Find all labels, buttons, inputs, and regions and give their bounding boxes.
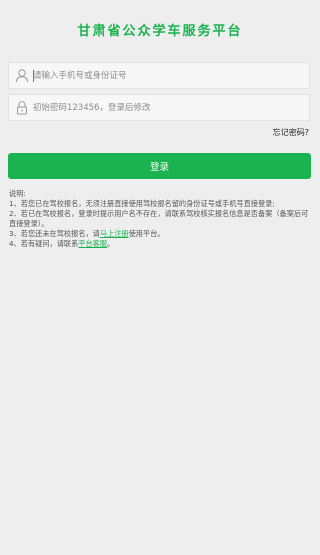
password-input[interactable] — [33, 97, 303, 118]
register-link[interactable]: 马上注册 — [100, 229, 129, 238]
instructions-heading: 说明: — [9, 189, 26, 198]
instruction-item-3-tail: 使用平台。 — [128, 229, 165, 238]
instruction-item-4: 4、若有疑问，请联系平台客服。 — [9, 239, 311, 249]
username-input[interactable] — [33, 65, 303, 86]
forgot-password-link[interactable]: 忘记密码? — [273, 127, 309, 138]
instruction-item-1: 1、若您已在驾校报名，无须注册直接使用驾校报名留的身份证号或手机号直接登录; — [9, 199, 275, 208]
instructions: 说明: 1、若您已在驾校报名，无须注册直接使用驾校报名留的身份证号或手机号直接登… — [9, 189, 311, 249]
instruction-item-4-tail: 。 — [107, 239, 115, 248]
password-field[interactable] — [8, 94, 310, 121]
page-title: 甘肃省公众学车服务平台 — [77, 24, 243, 39]
login-button[interactable]: 登录 — [8, 153, 311, 179]
instruction-item-4-text: 4、若有疑问，请联系 — [9, 239, 79, 248]
customer-service-link[interactable]: 平台客服 — [78, 239, 107, 248]
lock-icon — [15, 100, 29, 115]
username-field[interactable] — [8, 62, 310, 89]
instruction-item-3: 3、若您还未在驾校报名，请马上注册使用平台。 — [9, 229, 311, 239]
instruction-item-2: 2、若已在驾校报名，登录时提示用户名不存在，请联系驾校核实报名信息是否备案（备案… — [9, 209, 309, 228]
instruction-item-3-text: 3、若您还未在驾校报名，请 — [9, 229, 100, 238]
user-icon — [15, 68, 29, 83]
login-page: 甘肃省公众学车服务平台 忘记密码? 登录 说明: 1、若您已在驾校报名，无须注册… — [0, 0, 320, 555]
